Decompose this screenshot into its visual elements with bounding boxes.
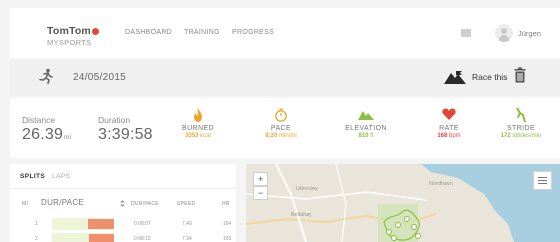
zoom-out-button[interactable]: − [253, 186, 268, 200]
map-label-nordhavn: Nordhavn [429, 181, 453, 187]
pace-bar [52, 218, 114, 230]
menu-line [538, 183, 547, 184]
row-speed: 7.40 [182, 221, 192, 227]
col-dur-header[interactable]: DUR/PACE [131, 201, 159, 207]
distance-label: Distance [22, 115, 56, 125]
duration-value: 3:39:58 [98, 126, 153, 143]
page: TomTom MYSPORTS DASHBOARD TRAINING PROGR… [0, 0, 560, 242]
tab-splits[interactable]: SPLITS [20, 173, 45, 180]
sort-icon[interactable] [120, 200, 125, 207]
splits-tabs: SPLITS LAPS [20, 173, 70, 180]
burned-label: BURNED [182, 125, 214, 132]
race-this-button[interactable]: Race this [472, 72, 507, 82]
trash-icon[interactable] [514, 67, 526, 83]
distance-unit: mi [64, 134, 72, 141]
map-label-bellahoj: Bellahøj [291, 212, 311, 218]
menu-line [538, 180, 547, 181]
row-duration: 0:08:12 [134, 236, 151, 242]
nav-progress[interactable]: PROGRESS [232, 29, 274, 36]
avatar[interactable] [495, 24, 513, 42]
distance-stat: Distance 26.39mi [22, 115, 71, 144]
tomtom-mysports-logo[interactable]: TomTom MYSPORTS [47, 25, 99, 47]
top-navigation: TomTom MYSPORTS DASHBOARD TRAINING PROGR… [10, 8, 560, 58]
pace-bar-fill [89, 234, 114, 242]
row-mi: 2 [35, 236, 38, 242]
elevation-label: ELEVATION [345, 125, 387, 132]
nav-training[interactable]: TRAINING [184, 29, 220, 36]
distance-value: 26.39 [22, 126, 64, 143]
splits-panel: SPLITS LAPS MI DUR/PACE DUR/PACE SPEED HR… [10, 164, 236, 242]
flame-icon [194, 108, 202, 122]
rate-label: RATE [439, 125, 459, 132]
elevation-value: 810 [358, 133, 369, 139]
stride-label: STRIDE [506, 125, 536, 132]
activity-summary: Distance 26.39mi Duration 3:39:58 BURNED… [10, 98, 560, 158]
stopwatch-icon [275, 108, 287, 122]
table-row[interactable]: 1 0:08:07 7.40 164 [10, 218, 236, 230]
row-mi: 1 [35, 221, 38, 227]
row-hr: 165 [223, 236, 232, 242]
pace-label: PACE [270, 125, 292, 132]
tab-laps[interactable]: LAPS [52, 173, 70, 180]
col-speed-header[interactable]: SPEED [177, 201, 195, 207]
col-mi-header[interactable]: MI [22, 201, 28, 207]
rate-value: 168 [437, 133, 448, 139]
stride-icon [516, 108, 526, 122]
elevation-metric: ELEVATION 810 ft [331, 108, 401, 139]
stride-metric: STRIDE 172 strides/min [482, 108, 560, 139]
pace-bar [52, 233, 114, 242]
heart-rate-metric: RATE 168 bpm [414, 108, 484, 139]
pace-metric: PACE 8:20 min/mi [246, 108, 316, 139]
map-label-uttersley: Uttersley [296, 186, 318, 192]
burned-metric: BURNED 3353 kcal [163, 108, 233, 139]
stride-unit: strides/min [512, 133, 542, 139]
burned-unit: kcal [200, 133, 211, 139]
stride-value: 172 [500, 133, 511, 139]
duration-label: Duration [98, 115, 131, 125]
row-speed: 7.34 [182, 236, 192, 242]
pace-unit: min/mi [279, 133, 297, 139]
activity-header: 24/05/2015 Race this [10, 60, 560, 96]
menu-line [538, 177, 547, 178]
burned-value: 3353 [185, 133, 199, 139]
logo-mysports-text: MYSPORTS [47, 38, 92, 47]
pace-value: 8:20 [265, 133, 278, 139]
heart-icon [442, 108, 456, 120]
runner-icon [39, 68, 53, 84]
username[interactable]: Jürgen [518, 29, 541, 38]
col-pace-header[interactable]: DUR/PACE [41, 198, 84, 207]
messages-icon[interactable] [461, 29, 471, 37]
duration-stat: Duration 3:39:58 [98, 115, 153, 144]
rate-unit: bpm [449, 133, 461, 139]
route-map[interactable]: + − Uttersley Bellahøj Nordhavn [246, 164, 560, 242]
tabs-divider [10, 188, 236, 189]
row-hr: 164 [223, 221, 232, 227]
map-background [246, 164, 560, 242]
table-row[interactable]: 2 0:08:12 7.34 165 [10, 233, 236, 242]
row-duration: 0:08:07 [134, 221, 151, 227]
logo-tomtom-text: TomTom [47, 25, 91, 37]
nav-dashboard[interactable]: DASHBOARD [125, 29, 172, 36]
elevation-unit: ft [370, 133, 374, 139]
logo-mark-icon [91, 27, 99, 35]
col-hr-header[interactable]: HR [222, 201, 230, 207]
map-menu-button[interactable] [533, 171, 552, 190]
pace-bar-fill [88, 219, 114, 229]
mountain-icon [358, 111, 374, 120]
zoom-in-button[interactable]: + [253, 172, 268, 186]
activity-date: 24/05/2015 [73, 72, 127, 83]
race-flag-icon[interactable] [442, 68, 468, 88]
